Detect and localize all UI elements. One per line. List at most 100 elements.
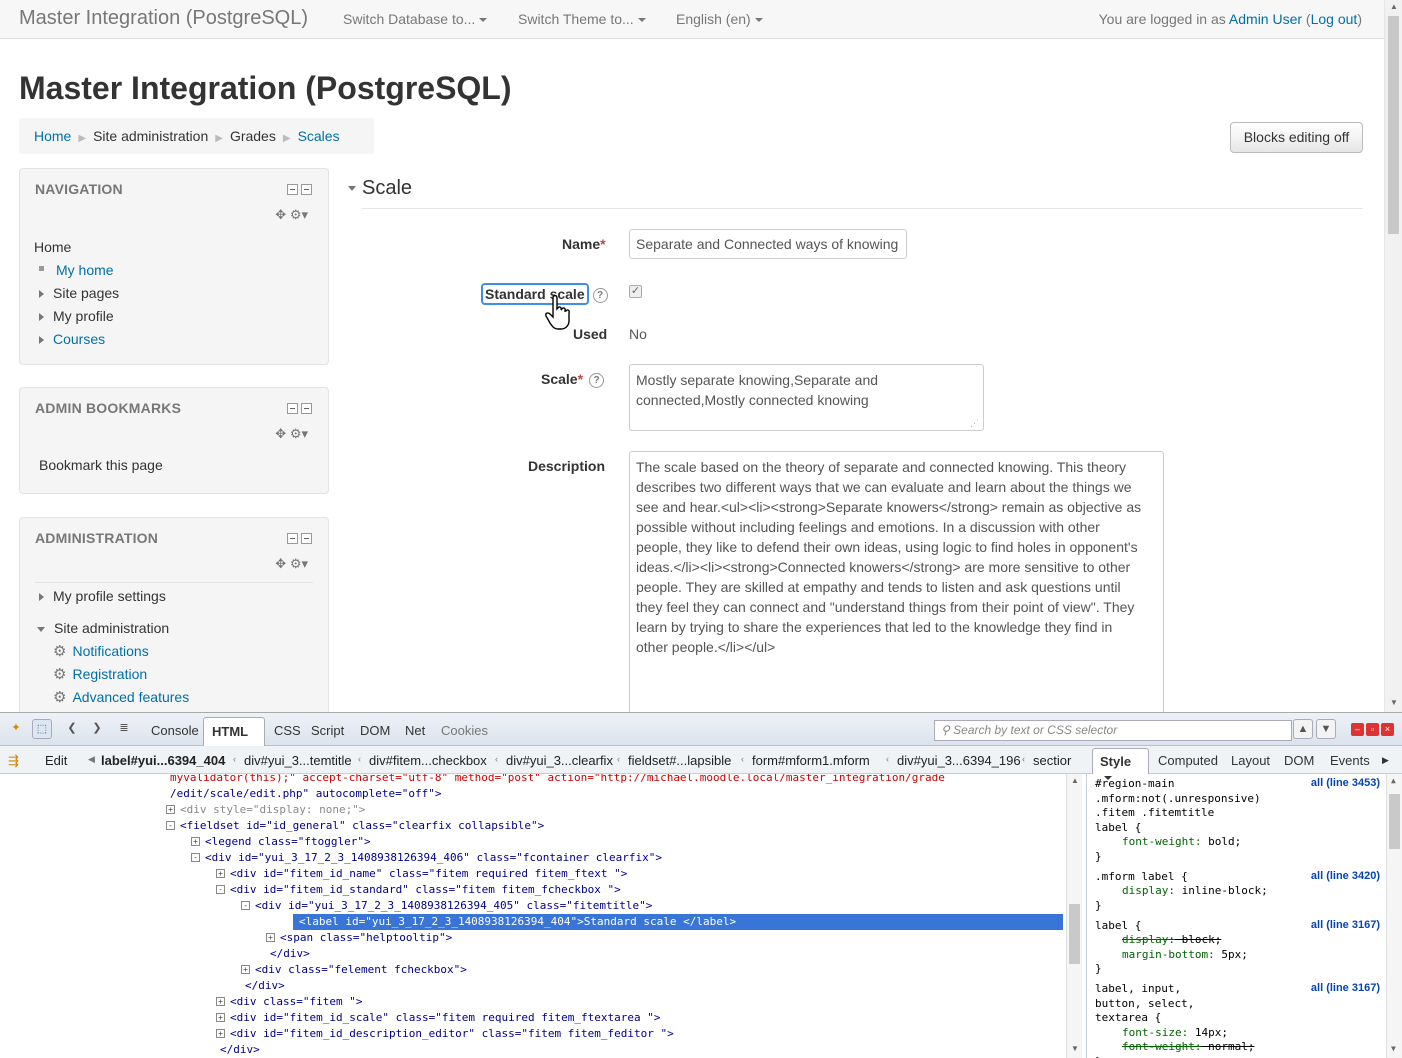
dock-block-icon[interactable]: [301, 533, 312, 544]
expand-node-icon[interactable]: +: [216, 997, 225, 1006]
blocks-editing-button[interactable]: Blocks editing off: [1230, 122, 1363, 153]
description-editor[interactable]: The scale based on the theory of separat…: [629, 451, 1164, 712]
crumb-div-clearfix[interactable]: div#yui_3...clearfix: [506, 753, 613, 768]
html-tree-line[interactable]: +<span class="helptooltip">: [280, 930, 452, 946]
page-scrollbar[interactable]: ▲ ▼: [1384, 0, 1402, 712]
breadcrumb-home[interactable]: Home: [34, 128, 71, 144]
gear-menu-icon[interactable]: ⚙▾: [290, 207, 308, 222]
css-selector[interactable]: .fitem .fitemtitle: [1095, 806, 1214, 820]
search-prev-icon[interactable]: ▲: [1293, 719, 1313, 739]
scroll-down-icon[interactable]: ▼: [1391, 1044, 1396, 1053]
expand-node-icon[interactable]: +: [266, 933, 275, 942]
forward-icon[interactable]: ❯: [87, 719, 107, 739]
collapse-node-icon[interactable]: -: [241, 901, 250, 910]
collapse-node-icon[interactable]: -: [216, 885, 225, 894]
tab-css[interactable]: CSS: [274, 723, 301, 738]
tab-style[interactable]: Style: [1092, 748, 1149, 774]
nav-item-my-home[interactable]: My home: [39, 262, 114, 278]
breadcrumb-grades[interactable]: Grades: [230, 128, 276, 144]
collapse-node-icon[interactable]: -: [191, 853, 200, 862]
bookmark-this-page-link[interactable]: Bookmark this page: [39, 457, 163, 473]
html-tree-line[interactable]: /edit/scale/edit.php" autocomplete="off"…: [170, 786, 442, 802]
tab-layout[interactable]: Layout: [1231, 753, 1270, 768]
expand-node-icon[interactable]: +: [216, 869, 225, 878]
devtools-search-input[interactable]: ⚲ Search by text or CSS selector: [934, 720, 1292, 741]
move-icon[interactable]: ✥: [275, 207, 286, 222]
css-property[interactable]: margin-bottom: 5px;: [1122, 948, 1248, 962]
back-icon[interactable]: ❮: [62, 719, 82, 739]
gear-menu-icon[interactable]: ⚙▾: [290, 426, 308, 441]
close-icon[interactable]: ×: [1381, 723, 1394, 736]
detach-icon[interactable]: ▫: [1366, 723, 1379, 736]
collapse-node-icon[interactable]: -: [166, 821, 175, 830]
nav-my-home-label[interactable]: My home: [56, 262, 114, 278]
crumb-label[interactable]: label#yui...6394_404: [101, 753, 225, 768]
style-source-link[interactable]: all (line 3453): [1311, 777, 1380, 789]
inspect-element-icon[interactable]: ⬚: [32, 719, 52, 739]
move-icon[interactable]: ✥: [275, 556, 286, 571]
name-input[interactable]: Separate and Connected ways of knowing: [629, 229, 907, 259]
admin-item-registration[interactable]: ⚙Registration: [53, 665, 147, 683]
scroll-up-icon[interactable]: ▲: [1391, 776, 1396, 785]
admin-registration-label[interactable]: Registration: [72, 666, 147, 682]
css-selector[interactable]: label {: [1095, 821, 1141, 835]
tab-dom[interactable]: DOM: [360, 723, 390, 738]
collapse-block-icon[interactable]: [287, 184, 298, 195]
crumb-div-196[interactable]: div#yui_3...6394_196: [897, 753, 1021, 768]
html-tree-line[interactable]: </div>: [220, 1042, 260, 1058]
switch-theme-menu[interactable]: Switch Theme to...: [518, 11, 646, 27]
tab-dom-side[interactable]: DOM: [1284, 753, 1314, 768]
expand-node-icon[interactable]: +: [216, 1013, 225, 1022]
admin-item-site-administration[interactable]: Site administration: [37, 620, 169, 636]
html-tree-line[interactable]: +<div style="display: none;">: [180, 802, 365, 818]
html-tree-line[interactable]: -<div id="fitem_id_standard" class="fite…: [230, 882, 621, 898]
user-link[interactable]: Admin User: [1229, 11, 1302, 27]
logout-link[interactable]: Log out: [1311, 11, 1358, 27]
html-panel-scrollbar[interactable]: ▲ ▼: [1066, 774, 1082, 1058]
minimize-icon[interactable]: –: [1351, 723, 1364, 736]
move-icon[interactable]: ✥: [275, 426, 286, 441]
scroll-down-icon[interactable]: ▼: [1071, 1044, 1079, 1053]
css-property[interactable]: display: inline-block;: [1122, 884, 1268, 898]
style-panel[interactable]: ▲ ▼ all (line 3453)#region-main.mform:no…: [1086, 774, 1402, 1058]
html-tree-line[interactable]: +<div class="fitem ">: [230, 994, 362, 1010]
scroll-up-icon[interactable]: ▲: [1390, 2, 1398, 11]
edit-button[interactable]: Edit: [45, 753, 67, 768]
expand-node-icon[interactable]: +: [166, 805, 175, 814]
help-icon[interactable]: ?: [593, 288, 608, 303]
dock-block-icon[interactable]: [301, 184, 312, 195]
scale-textarea[interactable]: Mostly separate knowing,Separate and con…: [629, 364, 984, 431]
css-selector[interactable]: label {: [1095, 919, 1141, 933]
breadcrumb-site-admin[interactable]: Site administration: [93, 128, 208, 144]
html-tree-line[interactable]: -<div id="yui_3_17_2_3_1408938126394_406…: [205, 850, 662, 866]
admin-item-advanced-features[interactable]: ⚙Advanced features: [53, 688, 189, 706]
crumb-div-fitem[interactable]: div#fitem...checkbox: [369, 753, 487, 768]
css-selector[interactable]: .mform label {: [1095, 870, 1188, 884]
html-tree-line[interactable]: +<div id="fitem_id_description_editor" c…: [230, 1026, 674, 1042]
collapse-block-icon[interactable]: [287, 533, 298, 544]
style-source-link[interactable]: all (line 3167): [1311, 919, 1380, 931]
expand-node-icon[interactable]: +: [241, 965, 250, 974]
style-panel-scrollbar-thumb[interactable]: [1389, 794, 1400, 849]
expand-node-icon[interactable]: +: [191, 837, 200, 846]
admin-advanced-features-label[interactable]: Advanced features: [72, 689, 189, 705]
nav-courses-label[interactable]: Courses: [53, 331, 105, 347]
firebug-icon[interactable]: ✦: [6, 719, 26, 739]
dock-block-icon[interactable]: [301, 403, 312, 414]
html-tree-panel[interactable]: myvalidator(this);" accept-charset="utf-…: [0, 774, 1085, 1058]
scroll-down-icon[interactable]: ▼: [1390, 698, 1398, 707]
lock-icon[interactable]: ⇶: [8, 753, 19, 769]
tab-script[interactable]: Script: [311, 723, 344, 738]
css-selector[interactable]: .mform:not(.unresponsive): [1095, 792, 1261, 806]
resize-handle-icon[interactable]: ⋰: [970, 418, 979, 429]
html-tree-line[interactable]: </div>: [270, 946, 310, 962]
css-selector[interactable]: textarea {: [1095, 1011, 1161, 1025]
tab-computed[interactable]: Computed: [1158, 753, 1218, 768]
selected-html-node[interactable]: <label id="yui_3_17_2_3_1408938126394_40…: [293, 914, 1063, 930]
help-icon[interactable]: ?: [589, 373, 604, 388]
scale-fieldset-legend[interactable]: Scale: [348, 177, 412, 200]
html-panel-scrollbar-thumb[interactable]: [1069, 904, 1080, 964]
nav-item-courses[interactable]: Courses: [39, 331, 105, 347]
html-tree-line[interactable]: </div>: [245, 978, 285, 994]
switch-database-menu[interactable]: Switch Database to...: [343, 11, 487, 27]
